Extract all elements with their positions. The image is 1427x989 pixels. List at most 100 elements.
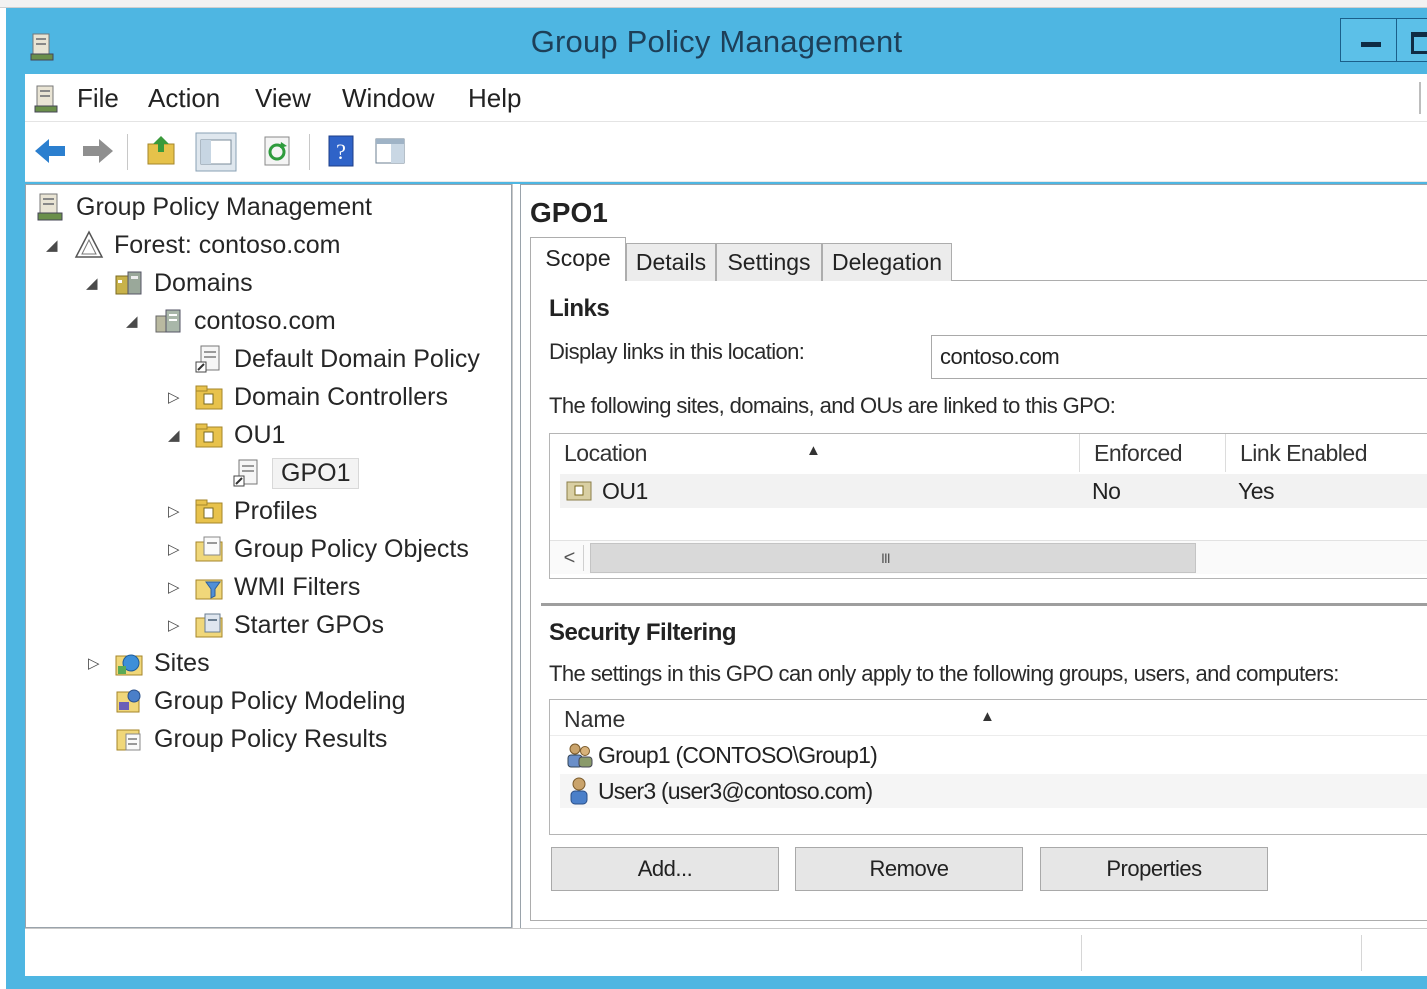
expand-arrow-icon[interactable]: ▷ [168, 540, 180, 558]
tree-item-starter-gpos[interactable]: ▷ Starter GPOs [168, 607, 384, 643]
expand-arrow-icon[interactable]: ▷ [168, 502, 180, 520]
title-bar[interactable]: Group Policy Management [6, 8, 1427, 74]
section-divider[interactable] [541, 603, 1427, 606]
properties-button[interactable]: Properties [1040, 847, 1268, 891]
show-hide-tree-icon[interactable] [195, 132, 237, 172]
menu-file[interactable]: File [77, 83, 119, 114]
principal-name: User3 (user3@contoso.com) [598, 778, 873, 804]
action-pane-icon[interactable] [373, 134, 407, 168]
list-item[interactable]: Group1 (CONTOSO\Group1) [560, 738, 1427, 772]
cell-location: OU1 [602, 478, 648, 504]
ou-folder-icon [195, 499, 223, 524]
tree-label: Domain Controllers [234, 382, 448, 411]
status-separator [1081, 935, 1082, 971]
sort-ascending-icon: ▲ [806, 442, 821, 459]
status-separator [1361, 935, 1362, 971]
gpo-title: GPO1 [530, 197, 608, 228]
menu-action[interactable]: Action [148, 83, 220, 114]
gpo-container-icon [195, 536, 223, 562]
tree-item-domain-controllers[interactable]: ▷ Domain Controllers [168, 379, 448, 415]
forest-icon [74, 230, 104, 258]
tab-delegation[interactable]: Delegation [822, 243, 952, 281]
tab-details[interactable]: Details [626, 243, 716, 281]
svg-text:?: ? [336, 139, 346, 164]
expand-arrow-icon[interactable]: ◢ [46, 236, 58, 254]
column-header-name[interactable]: Name ▲ [550, 700, 1427, 736]
tree-label: Group Policy Results [154, 724, 388, 753]
column-label: Name [564, 706, 626, 732]
system-menu-icon[interactable] [33, 84, 61, 114]
tree-item-group-policy-management[interactable]: Group Policy Management [36, 189, 372, 225]
tree-label: GPO1 [272, 457, 360, 489]
forward-arrow-icon[interactable] [81, 134, 115, 168]
help-icon[interactable]: ? [325, 134, 359, 168]
tree-item-ou1[interactable]: ◢ OU1 [168, 417, 286, 453]
scroll-left-button[interactable]: < [556, 545, 584, 571]
ou-icon [566, 481, 592, 501]
pane-splitter[interactable] [512, 184, 520, 928]
console-tree: Group Policy Management ◢ Forest: contos… [25, 184, 512, 928]
expand-arrow-icon[interactable]: ◢ [86, 274, 98, 292]
toolbar-separator [127, 134, 128, 170]
status-bar [25, 928, 1427, 976]
gpm-console-icon [37, 193, 63, 221]
remove-button[interactable]: Remove [795, 847, 1023, 891]
expand-arrow-icon[interactable]: ▷ [168, 388, 180, 406]
tree-label: OU1 [234, 420, 286, 449]
security-filtering-list: Name ▲ Group1 (CONTOSO\Group1) User3 (us… [549, 699, 1427, 835]
tree-item-profiles[interactable]: ▷ Profiles [168, 493, 317, 529]
scroll-thumb[interactable]: III [590, 543, 1196, 573]
tree-label: Group Policy Management [76, 192, 372, 221]
expand-arrow-icon[interactable]: ◢ [126, 312, 138, 330]
tree-item-gpo1[interactable]: GPO1 [232, 455, 360, 491]
menu-help[interactable]: Help [468, 83, 521, 114]
ou-folder-icon [195, 423, 223, 448]
menu-view[interactable]: View [255, 83, 311, 114]
user-icon [570, 777, 588, 805]
column-label: Location [564, 440, 647, 466]
expand-arrow-icon[interactable]: ▷ [88, 654, 100, 672]
tree-item-group-policy-objects[interactable]: ▷ Group Policy Objects [168, 531, 469, 567]
scroll-grip-icon: III [881, 550, 891, 566]
expand-arrow-icon[interactable]: ▷ [168, 616, 180, 634]
back-arrow-icon[interactable] [33, 134, 67, 168]
toolbar: ? [25, 122, 1427, 182]
tab-settings[interactable]: Settings [716, 243, 822, 281]
tree-item-domains[interactable]: ◢ Domains [86, 265, 253, 301]
tree-item-default-domain-policy[interactable]: Default Domain Policy [194, 341, 480, 377]
horizontal-scrollbar[interactable]: < III [550, 540, 1427, 574]
refresh-icon[interactable] [261, 134, 295, 168]
sites-icon [115, 654, 143, 676]
display-links-location-field[interactable] [931, 335, 1427, 379]
ou-folder-icon [195, 385, 223, 410]
up-folder-icon[interactable] [145, 134, 179, 168]
principal-name: Group1 (CONTOSO\Group1) [598, 742, 878, 768]
column-header-link-enabled[interactable]: Link Enabled [1226, 434, 1427, 472]
results-icon [116, 729, 141, 751]
column-header-location[interactable]: Location ▲ [550, 434, 1080, 472]
tree-item-forest[interactable]: ◢ Forest: contoso.com [46, 227, 340, 263]
list-item[interactable]: User3 (user3@contoso.com) [560, 774, 1427, 808]
wmi-filters-icon [195, 579, 223, 600]
linked-locations-description: The following sites, domains, and OUs ar… [549, 393, 1116, 418]
minimize-button[interactable] [1340, 18, 1396, 62]
cell-enforced: No [1092, 478, 1121, 504]
tab-scope[interactable]: Scope [530, 237, 626, 282]
tree-item-group-policy-modeling[interactable]: Group Policy Modeling [114, 683, 406, 719]
column-header-enforced[interactable]: Enforced [1080, 434, 1226, 472]
tree-item-sites[interactable]: ▷ Sites [88, 645, 210, 681]
expand-arrow-icon[interactable]: ◢ [168, 426, 180, 444]
add-button[interactable]: Add... [551, 847, 779, 891]
maximize-button[interactable] [1396, 18, 1427, 62]
expand-arrow-icon[interactable]: ▷ [168, 578, 180, 596]
top-strip [0, 0, 1427, 8]
cell-link-enabled: Yes [1238, 478, 1275, 504]
menu-window[interactable]: Window [342, 83, 434, 114]
toolbar-separator [309, 134, 310, 170]
security-filtering-title: Security Filtering [549, 619, 737, 646]
tree-item-wmi-filters[interactable]: ▷ WMI Filters [168, 569, 360, 605]
links-list: Location ▲ Enforced Link Enabled OU1 No … [549, 433, 1427, 579]
tree-item-group-policy-results[interactable]: Group Policy Results [114, 721, 387, 757]
table-row[interactable]: OU1 No Yes [560, 474, 1427, 508]
tree-item-contoso-domain[interactable]: ◢ contoso.com [126, 303, 336, 339]
